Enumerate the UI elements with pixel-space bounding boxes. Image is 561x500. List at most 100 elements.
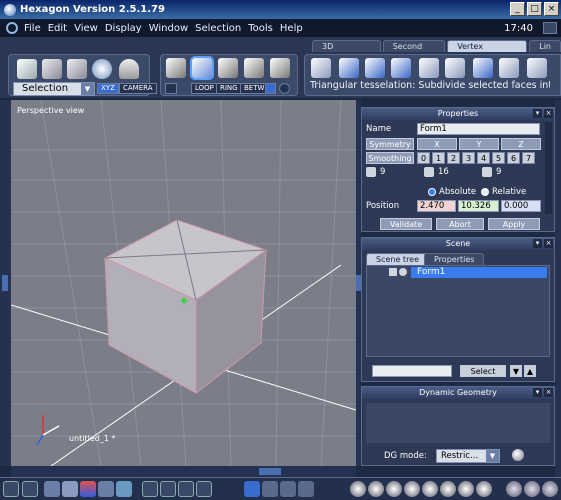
- auto-mode-icon[interactable]: [270, 58, 290, 78]
- select-arrow-icon[interactable]: [17, 59, 37, 79]
- extrude-icon[interactable]: [419, 58, 439, 78]
- vertex-mode-icon[interactable]: [166, 58, 186, 78]
- zoom-fit-icon[interactable]: [142, 481, 158, 497]
- smoothing-level-5[interactable]: 5: [492, 152, 505, 164]
- edge-toggle-icon[interactable]: [165, 83, 177, 94]
- ring-button[interactable]: RING: [216, 83, 242, 94]
- panel-close-icon[interactable]: ×: [544, 109, 553, 118]
- shading-material-icon[interactable]: [476, 481, 492, 497]
- panel-close-icon[interactable]: ×: [544, 239, 553, 248]
- camera-toggle[interactable]: CAMERA: [119, 83, 157, 94]
- tab-scene-properties[interactable]: Properties: [424, 253, 485, 265]
- close-button[interactable]: ×: [544, 2, 559, 16]
- universal-manipulator-icon[interactable]: [298, 481, 314, 497]
- tab-vertex-modeling[interactable]: Vertex modeling: [447, 40, 528, 62]
- shading-smooth-icon[interactable]: [386, 481, 402, 497]
- tab-second-life[interactable]: Second Life: [382, 40, 446, 62]
- shading-ao-icon[interactable]: [440, 481, 456, 497]
- menu-edit[interactable]: Edit: [48, 23, 67, 34]
- menu-window[interactable]: Window: [149, 23, 188, 34]
- panel-minimize-icon[interactable]: ▾: [533, 388, 542, 397]
- lasso-icon[interactable]: [42, 59, 62, 79]
- relative-radio[interactable]: [481, 188, 489, 196]
- abort-button[interactable]: Abort: [436, 218, 484, 230]
- menu-help[interactable]: Help: [280, 23, 303, 34]
- cut-icon[interactable]: [445, 58, 465, 78]
- cube-object[interactable]: [103, 219, 268, 395]
- grow-icon[interactable]: [265, 83, 276, 94]
- texture-icon[interactable]: [80, 481, 96, 497]
- grid-icon[interactable]: [44, 481, 60, 497]
- object-mode-icon[interactable]: [244, 58, 264, 78]
- select-button[interactable]: Select: [460, 365, 506, 377]
- scene-item-form1[interactable]: Form1: [411, 267, 547, 278]
- menu-display[interactable]: Display: [105, 23, 142, 34]
- bevel-icon[interactable]: [391, 58, 411, 78]
- smoothing-level-0[interactable]: 0: [417, 152, 430, 164]
- smoothing-level-7[interactable]: 7: [522, 152, 535, 164]
- weld-icon[interactable]: [499, 58, 519, 78]
- layout-split-icon[interactable]: [22, 481, 38, 497]
- symmetry-x-button[interactable]: X: [417, 138, 457, 150]
- uv-icon[interactable]: [98, 481, 114, 497]
- menu-selection[interactable]: Selection: [195, 23, 241, 34]
- menu-file[interactable]: File: [24, 23, 41, 34]
- name-field[interactable]: Form1: [417, 123, 540, 135]
- face-mode-icon[interactable]: [218, 58, 238, 78]
- apply-button[interactable]: Apply: [488, 218, 540, 230]
- symmetry-y-button[interactable]: Y: [459, 138, 499, 150]
- subdivide-icon[interactable]: [339, 58, 359, 78]
- xyz-toggle[interactable]: XYZ: [97, 83, 119, 94]
- shading-wire-icon[interactable]: [350, 481, 366, 497]
- light-2-icon[interactable]: [524, 481, 540, 497]
- paint-select-icon[interactable]: [67, 59, 87, 79]
- camera-select-icon[interactable]: [119, 59, 139, 79]
- dg-mode-dropdown[interactable]: Restric... ▼: [436, 449, 500, 463]
- absolute-radio[interactable]: [428, 188, 436, 196]
- position-z-field[interactable]: 0.000: [501, 200, 541, 212]
- bridge-icon[interactable]: [473, 58, 493, 78]
- tab-scene-tree[interactable]: Scene tree: [366, 253, 430, 265]
- connect-icon[interactable]: [527, 58, 547, 78]
- scale-icon[interactable]: [280, 481, 296, 497]
- select-up-icon[interactable]: ▲: [524, 365, 536, 377]
- menu-view[interactable]: View: [74, 23, 98, 34]
- panel-minimize-icon[interactable]: ▾: [533, 109, 542, 118]
- rotate-icon[interactable]: [262, 481, 278, 497]
- minimize-button[interactable]: _: [510, 2, 525, 16]
- maximize-button[interactable]: □: [527, 2, 542, 16]
- smoothing-level-1[interactable]: 1: [432, 152, 445, 164]
- smoothing-level-2[interactable]: 2: [447, 152, 460, 164]
- symmetry-z-button[interactable]: Z: [501, 138, 541, 150]
- panel-close-icon[interactable]: ×: [544, 388, 553, 397]
- shading-textured-icon[interactable]: [404, 481, 420, 497]
- tab-lines[interactable]: Lin: [529, 40, 561, 52]
- properties-scrollbar[interactable]: [545, 122, 552, 214]
- split-icon[interactable]: [365, 58, 385, 78]
- smoothing-level-4[interactable]: 4: [477, 152, 490, 164]
- light-3-icon[interactable]: [542, 481, 558, 497]
- zoom-icon[interactable]: [178, 481, 194, 497]
- selection-mode-dropdown[interactable]: Selection ▼: [13, 82, 95, 96]
- smoothing-level-3[interactable]: 3: [462, 152, 475, 164]
- map-icon[interactable]: [116, 481, 132, 497]
- dg-sphere-icon[interactable]: [512, 449, 524, 461]
- light-1-icon[interactable]: [506, 481, 522, 497]
- orbit-icon[interactable]: [196, 481, 212, 497]
- restore-icon[interactable]: [543, 22, 557, 34]
- select-down-icon[interactable]: ▼: [510, 365, 522, 377]
- paint-icon[interactable]: [62, 481, 78, 497]
- validate-button[interactable]: Validate: [380, 218, 432, 230]
- shading-lit-icon[interactable]: [422, 481, 438, 497]
- shrink-icon[interactable]: [279, 83, 290, 94]
- edge-mode-icon[interactable]: [190, 56, 214, 80]
- tesselate-icon[interactable]: [311, 58, 331, 78]
- perspective-viewport[interactable]: Perspective view untitled_1 *: [11, 100, 356, 466]
- shading-render-icon[interactable]: [458, 481, 474, 497]
- lock-icon[interactable]: [389, 268, 397, 276]
- tab-3d-primitives[interactable]: 3D Primitives: [312, 40, 381, 62]
- smoothing-level-6[interactable]: 6: [507, 152, 520, 164]
- pan-icon[interactable]: [160, 481, 176, 497]
- loop-button[interactable]: LOOP: [191, 83, 218, 94]
- left-collapse-arrow-icon[interactable]: [2, 275, 8, 291]
